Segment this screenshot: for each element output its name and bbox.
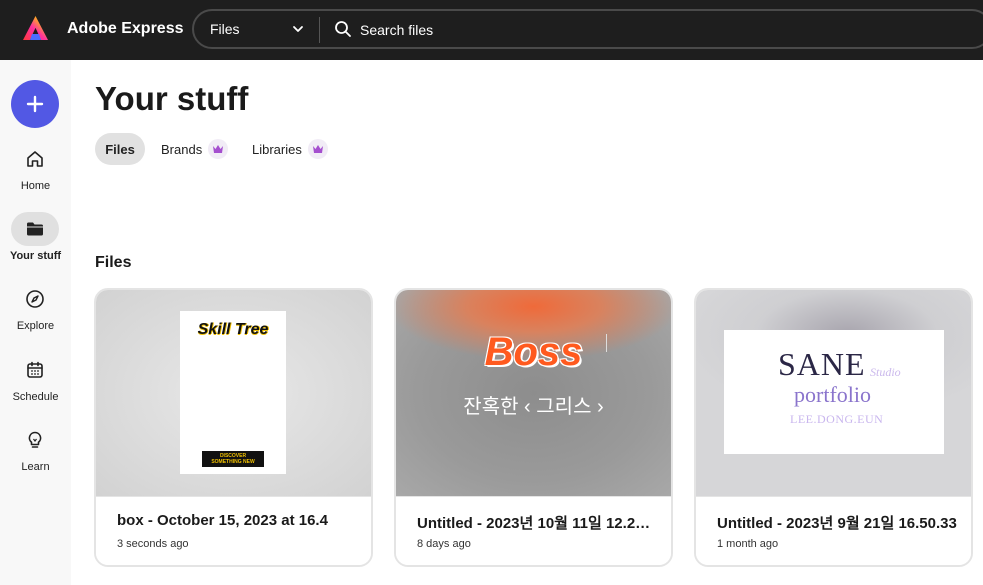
thumbnail-heading: SANE	[778, 346, 866, 382]
plus-icon	[26, 95, 44, 113]
sidebar-item-schedule[interactable]: Schedule	[0, 353, 71, 413]
home-icon	[27, 151, 43, 167]
create-button[interactable]	[11, 80, 59, 128]
tab-label: Files	[105, 141, 135, 157]
thumbnail-subtitle: portfolio	[794, 382, 871, 407]
tab-label: Libraries	[252, 141, 302, 157]
file-thumbnail: Skill Tree DISCOVER SOMETHING NEW	[96, 290, 371, 496]
search-bar: Files	[192, 9, 983, 49]
sidebar-item-label: Schedule	[12, 391, 59, 403]
file-modified: 3 seconds ago	[117, 538, 189, 550]
file-card[interactable]: SANE Studio portfolio LEE.DONG.EUN Untit…	[694, 288, 973, 567]
folder-icon	[27, 222, 43, 236]
folder-icon-wrap	[11, 212, 59, 246]
lightbulb-icon	[28, 431, 42, 448]
sidebar-item-your-stuff[interactable]: Your stuff	[0, 212, 71, 272]
sidebar-item-learn[interactable]: Learn	[0, 423, 71, 483]
premium-crown-icon	[208, 139, 229, 159]
premium-crown-icon	[307, 139, 328, 159]
thumbnail-badge: DISCOVER SOMETHING NEW	[202, 451, 264, 467]
thumbnail-poster: Skill Tree DISCOVER SOMETHING NEW	[180, 311, 286, 474]
thumbnail-author: LEE.DONG.EUN	[790, 412, 884, 426]
search-input[interactable]	[360, 19, 760, 41]
file-title: Untitled - 2023년 9월 21일 16.50.33	[717, 515, 957, 532]
sidebar-item-label: Home	[20, 180, 51, 192]
app-title[interactable]: Adobe Express	[67, 20, 183, 38]
file-title: box - October 15, 2023 at 16.4	[117, 512, 328, 529]
file-info: Untitled - 2023년 10월 11일 12.20.01 8 days…	[396, 496, 671, 565]
calendar-icon-wrap	[11, 353, 59, 387]
sidebar-item-explore[interactable]: Explore	[0, 282, 71, 342]
compass-icon	[26, 290, 44, 308]
section-title: Files	[95, 254, 132, 271]
thumbnail-heading: Boss	[484, 330, 583, 374]
search-icon	[335, 21, 351, 37]
file-modified: 1 month ago	[717, 538, 779, 550]
file-modified: 8 days ago	[417, 538, 471, 550]
top-bar: Adobe Express Files	[0, 0, 983, 60]
sidebar-item-label: Explore	[16, 320, 55, 332]
sidebar-item-label: Learn	[21, 461, 50, 473]
file-thumbnail: SANE Studio portfolio LEE.DONG.EUN	[696, 290, 971, 496]
thumbnail-subtitle: 잔혹한 ‹ 그리스 ›	[463, 396, 604, 418]
file-thumbnail: Boss 잔혹한 ‹ 그리스 ›	[396, 290, 671, 496]
compass-icon-wrap	[11, 282, 59, 316]
file-card[interactable]: Boss 잔혹한 ‹ 그리스 › Untitled - 2023년 10월 11…	[394, 288, 673, 567]
thumbnail-divider	[606, 334, 607, 352]
thumbnail-portfolio: SANE Studio portfolio LEE.DONG.EUN	[724, 330, 944, 454]
file-info: box - October 15, 2023 at 16.4 3 seconds…	[96, 496, 371, 565]
badge-line: SOMETHING NEW	[211, 459, 255, 465]
file-info: Untitled - 2023년 9월 21일 16.50.33 1 month…	[696, 496, 971, 565]
home-icon-wrap	[11, 142, 59, 176]
thumbnail-heading-suffix: Studio	[870, 365, 901, 379]
tab-brands[interactable]: Brands	[161, 133, 241, 165]
calendar-icon	[27, 361, 43, 378]
page-title: Your stuff	[95, 80, 249, 117]
sidebar: Home Your stuff Explore Schedule Learn	[0, 60, 71, 585]
lightbulb-icon-wrap	[11, 423, 59, 457]
adobe-express-logo-icon[interactable]	[22, 15, 49, 42]
search-scope-select[interactable]: Files	[210, 21, 240, 37]
search-divider	[319, 17, 320, 43]
tab-files[interactable]: Files	[95, 133, 145, 165]
file-title: Untitled - 2023년 10월 11일 12.20.01	[417, 515, 657, 532]
chevron-down-icon[interactable]	[291, 22, 305, 36]
file-card[interactable]: Skill Tree DISCOVER SOMETHING NEW box - …	[94, 288, 373, 567]
tab-libraries[interactable]: Libraries	[252, 133, 342, 165]
sidebar-item-label: Your stuff	[9, 250, 62, 262]
tab-label: Brands	[161, 141, 203, 157]
sidebar-item-home[interactable]: Home	[0, 142, 71, 202]
thumbnail-heading: Skill Tree	[197, 321, 269, 338]
